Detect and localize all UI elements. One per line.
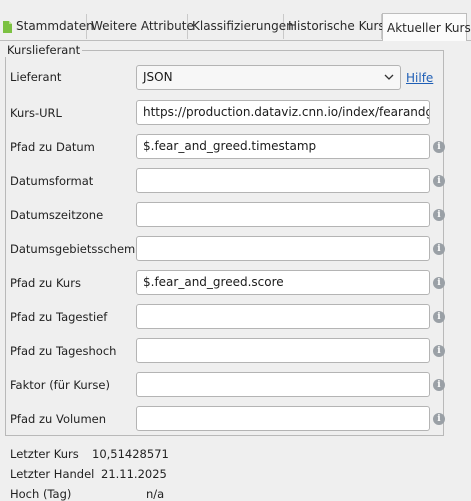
info-icon[interactable]: i <box>433 277 445 289</box>
tab-label: Aktueller Kurs <box>387 21 471 35</box>
hoch-tag-label: Hoch (Tag) <box>10 487 72 501</box>
tab-historische-kurse[interactable]: Historische Kurse <box>284 14 392 39</box>
document-icon <box>3 21 12 33</box>
info-icon[interactable]: i <box>433 175 445 187</box>
kurs-url-input[interactable]: https://production.dataviz.cnn.io/index/… <box>136 100 430 125</box>
tab-klassifizierungen[interactable]: Klassifizierungen <box>188 14 294 39</box>
faktor-label: Faktor (für Kurse) <box>10 378 110 392</box>
datumsgebietsschema-input[interactable] <box>136 236 430 261</box>
help-link[interactable]: Hilfe <box>406 71 433 85</box>
pfad-tagestief-label: Pfad zu Tagestief <box>10 310 108 324</box>
pfad-kurs-label: Pfad zu Kurs <box>10 276 81 290</box>
info-icon[interactable]: i <box>433 413 445 425</box>
info-icon[interactable]: i <box>433 141 445 153</box>
tab-stammdaten[interactable]: Stammdaten <box>0 14 94 39</box>
letzter-handel-label: Letzter Handel <box>10 467 95 481</box>
chevron-down-icon <box>384 74 394 80</box>
pfad-datum-label: Pfad zu Datum <box>10 140 95 154</box>
letzter-kurs-value: 10,51428571 <box>92 447 169 461</box>
letzter-kurs-label: Letzter Kurs <box>10 447 79 461</box>
datumszeitzone-label: Datumszeitzone <box>10 208 104 222</box>
tab-label: Stammdaten <box>16 19 94 33</box>
info-icon[interactable]: i <box>433 209 445 221</box>
pfad-volumen-label: Pfad zu Volumen <box>10 412 107 426</box>
pfad-datum-input[interactable]: $.fear_and_greed.timestamp <box>136 134 430 159</box>
hoch-tag-value: n/a <box>146 487 165 501</box>
tab-bar: Stammdaten Weitere Attribute Klassifizie… <box>0 13 471 41</box>
lieferant-select[interactable]: JSON <box>136 65 401 90</box>
pfad-tagestief-input[interactable] <box>136 304 430 329</box>
lieferant-value: JSON <box>143 70 173 84</box>
lieferant-label: Lieferant <box>10 70 62 84</box>
datumszeitzone-input[interactable] <box>136 202 430 227</box>
info-icon[interactable]: i <box>433 311 445 323</box>
faktor-input[interactable] <box>136 372 430 397</box>
pfad-kurs-input[interactable]: $.fear_and_greed.score <box>136 270 430 295</box>
group-title: Kurslieferant <box>5 43 83 57</box>
pfad-tageshoch-label: Pfad zu Tageshoch <box>10 344 117 358</box>
tab-label: Weitere Attribute <box>91 19 194 33</box>
tab-weitere-attribute[interactable]: Weitere Attribute <box>87 14 194 39</box>
info-icon[interactable]: i <box>433 243 445 255</box>
info-icon[interactable]: i <box>433 379 445 391</box>
datumsformat-label: Datumsformat <box>10 174 94 188</box>
letzter-handel-value: 21.11.2025 <box>101 467 167 481</box>
tab-aktueller-kurs[interactable]: Aktueller Kurs <box>382 13 471 41</box>
kurs-url-label: Kurs-URL <box>10 106 62 120</box>
tab-label: Klassifizierungen <box>192 19 294 33</box>
info-icon[interactable]: i <box>433 345 445 357</box>
tab-label: Historische Kurse <box>288 19 393 33</box>
pfad-tageshoch-input[interactable] <box>136 338 430 363</box>
datumsgebietsschema-label: Datumsgebietsschema <box>10 242 143 256</box>
datumsformat-input[interactable] <box>136 168 430 193</box>
pfad-volumen-input[interactable] <box>136 406 430 431</box>
